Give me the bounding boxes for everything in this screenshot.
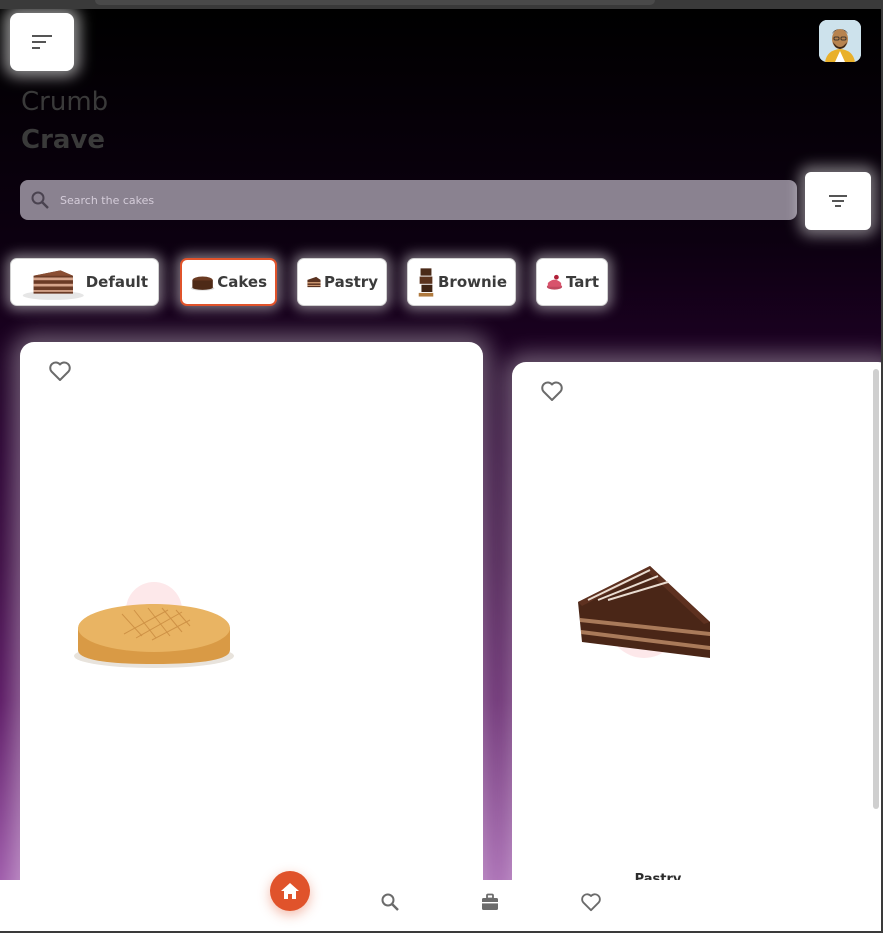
app-title-line-1: Crumb	[21, 87, 109, 117]
search-bar[interactable]	[20, 180, 797, 220]
category-chip-brownie[interactable]: Brownie	[407, 258, 516, 306]
sort-menu-icon	[32, 35, 52, 49]
brownie-stack-icon	[418, 268, 434, 297]
category-chip-tart[interactable]: Tart	[536, 258, 608, 306]
category-label-tart: Tart	[566, 273, 599, 291]
product-card[interactable]	[20, 342, 483, 931]
heart-icon[interactable]	[540, 380, 564, 402]
sponge-cake-image	[74, 582, 234, 668]
search-icon[interactable]	[380, 892, 400, 912]
chocolate-pastry-image	[578, 566, 710, 658]
category-label-cakes: Cakes	[217, 273, 267, 291]
window-top-strip	[95, 0, 655, 5]
scrollbar[interactable]	[873, 369, 879, 809]
category-chip-pastry[interactable]: Pastry	[297, 258, 387, 306]
heart-icon[interactable]	[48, 360, 72, 382]
avatar[interactable]	[819, 20, 861, 62]
briefcase-icon[interactable]	[480, 892, 500, 912]
search-icon	[31, 191, 49, 209]
heart-icon[interactable]	[580, 892, 602, 912]
filter-icon	[829, 195, 847, 207]
bottom-nav	[0, 880, 881, 931]
home-icon	[281, 883, 299, 899]
nav-home-button[interactable]	[270, 871, 310, 911]
app-frame: Crumb Crave Default	[0, 9, 881, 931]
search-input[interactable]	[60, 193, 760, 207]
user-avatar-icon	[819, 20, 861, 62]
chocolate-cake-icon	[190, 276, 215, 291]
category-label-brownie: Brownie	[438, 273, 507, 291]
category-chip-default[interactable]: Default	[10, 258, 159, 306]
category-chip-cakes[interactable]: Cakes	[180, 258, 277, 306]
category-label-default: Default	[85, 273, 148, 291]
pastry-slice-icon	[307, 276, 321, 288]
menu-button[interactable]	[10, 13, 74, 71]
product-card[interactable]: Pastry	[512, 362, 881, 931]
category-label-pastry: Pastry	[324, 273, 378, 291]
filter-button[interactable]	[805, 172, 871, 230]
tart-icon	[546, 274, 563, 290]
layer-cake-icon	[22, 270, 84, 300]
app-title-line-2: Crave	[21, 125, 106, 155]
